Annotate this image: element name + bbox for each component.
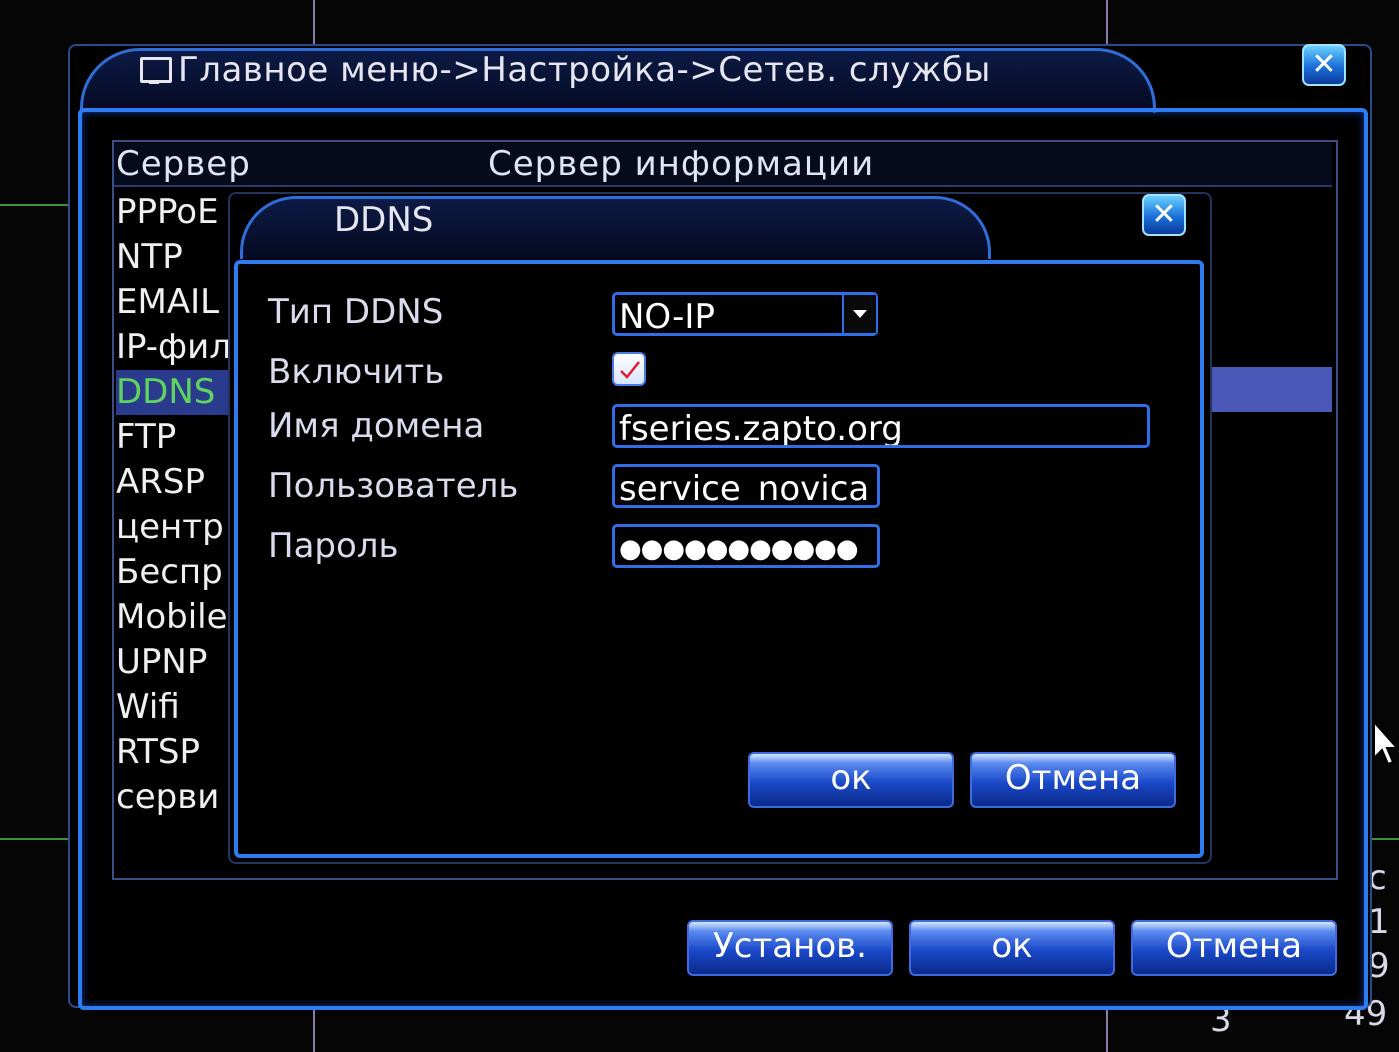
server-item-ip-filter[interactable]: IP-фил	[116, 325, 234, 370]
server-item-ntp[interactable]: NTP	[116, 235, 234, 280]
user-field[interactable]: service_novica	[612, 464, 880, 508]
server-item-email[interactable]: EMAIL	[116, 280, 234, 325]
ddns-dialog-close-button[interactable]: ✕	[1142, 194, 1186, 236]
server-item-arsp[interactable]: ARSP	[116, 460, 234, 505]
header-server: Сервер	[116, 144, 251, 184]
user-value: service_novica	[619, 469, 870, 508]
server-item-wireless[interactable]: Беспр	[116, 550, 234, 595]
ddns-ok-button[interactable]: ок	[748, 752, 954, 808]
ok-button[interactable]: ок	[909, 920, 1115, 976]
server-item-pppoe[interactable]: PPPoE	[116, 190, 234, 235]
ddns-type-select[interactable]: NO-IP	[612, 292, 878, 336]
selected-row-highlight	[1212, 367, 1332, 412]
server-item-ddns[interactable]: DDNS	[116, 370, 234, 415]
checkmark-icon	[620, 361, 640, 379]
server-item-center[interactable]: центр	[116, 505, 234, 550]
password-value: ●●●●●●●●●●●	[619, 534, 859, 564]
server-item-mobile[interactable]: Mobile	[116, 595, 234, 640]
server-item-service[interactable]: серви	[116, 775, 234, 820]
bg-line	[1368, 838, 1399, 840]
ddns-dialog-title: DDNS	[334, 200, 434, 240]
domain-field[interactable]: fseries.zapto.org	[612, 404, 1150, 448]
enable-label: Включить	[268, 352, 445, 392]
enable-checkbox[interactable]	[612, 352, 646, 386]
bg-line	[313, 0, 315, 44]
ddns-type-value: NO-IP	[619, 297, 715, 336]
monitor-icon	[140, 57, 172, 84]
mouse-cursor-icon	[1373, 720, 1399, 766]
apply-button[interactable]: Установ.	[687, 920, 893, 976]
bg-line	[1106, 0, 1108, 44]
domain-value: fseries.zapto.org	[619, 409, 903, 448]
password-field[interactable]: ●●●●●●●●●●●	[612, 524, 880, 568]
bg-line	[0, 204, 68, 206]
user-label: Пользователь	[268, 466, 519, 506]
server-item-rtsp[interactable]: RTSP	[116, 730, 234, 775]
window-close-button[interactable]: ✕	[1302, 44, 1346, 86]
window-title: Главное меню->Настройка->Сетев. службы	[140, 50, 991, 90]
bg-line	[0, 838, 68, 840]
server-item-ftp[interactable]: FTP	[116, 415, 234, 460]
chevron-down-icon[interactable]	[842, 295, 876, 333]
server-item-upnp[interactable]: UPNP	[116, 640, 234, 685]
server-list: PPPoE NTP EMAIL IP-фил DDNS FTP ARSP цен…	[116, 190, 234, 820]
domain-label: Имя домена	[268, 406, 485, 446]
ddns-type-label: Тип DDNS	[268, 292, 444, 332]
header-server-info: Сервер информации	[488, 144, 875, 184]
bg-line	[1106, 1008, 1108, 1052]
server-item-wifi[interactable]: Wifi	[116, 685, 234, 730]
password-label: Пароль	[268, 526, 399, 566]
bg-line	[313, 1008, 315, 1052]
cancel-button[interactable]: Отмена	[1131, 920, 1337, 976]
ddns-cancel-button[interactable]: Отмена	[970, 752, 1176, 808]
